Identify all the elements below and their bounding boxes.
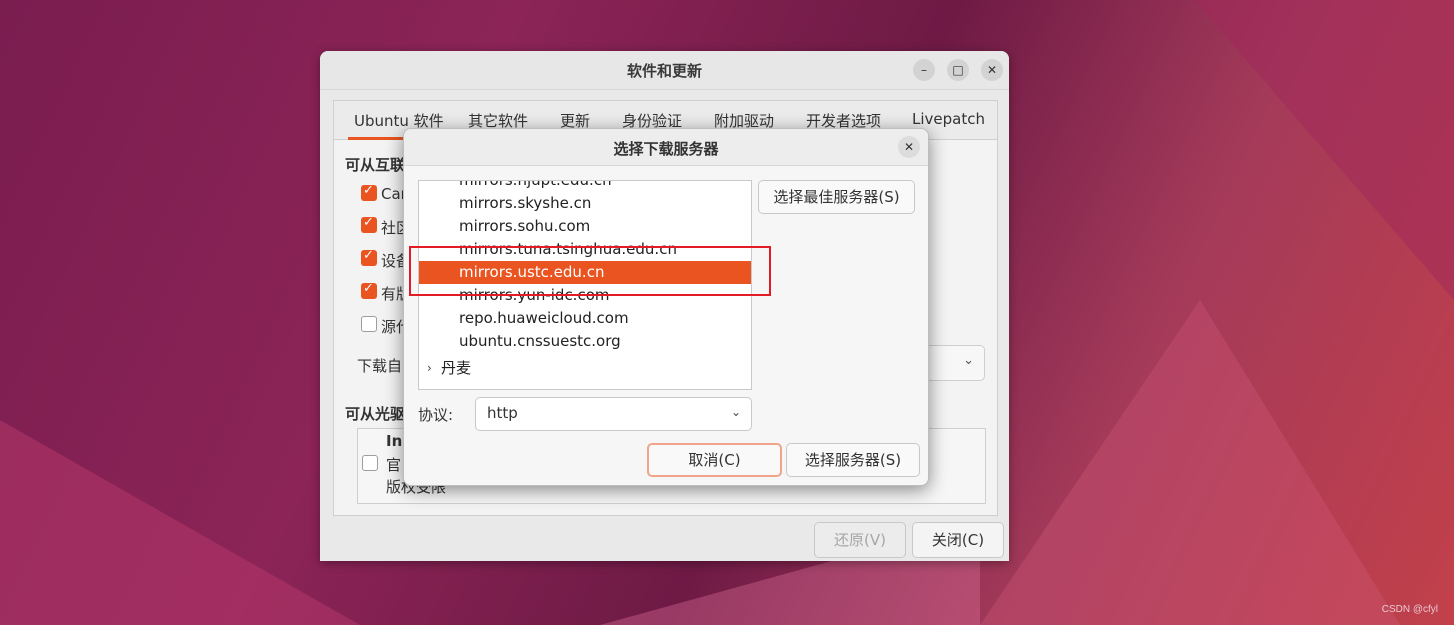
list-item[interactable]: mirrors.skyshe.cn [419,192,751,215]
choose-server-button[interactable]: 选择服务器(S) [786,443,920,477]
wallpaper-shape [0,420,360,625]
wallpaper-shape [1194,0,1454,300]
window-title: 软件和更新 [626,62,702,80]
dialog-titlebar[interactable]: 选择下载服务器 ✕ [404,129,928,166]
checkbox-community[interactable] [361,215,377,233]
internet-section-title: 可从互联 [345,156,406,174]
protocol-select[interactable]: http ⌄ [475,397,752,431]
chevron-right-icon: › [427,361,432,375]
checkbox-cdrom[interactable] [362,455,378,471]
wallpaper-shape [980,300,1400,625]
select-best-server-button[interactable]: 选择最佳服务器(S) [758,180,915,214]
close-button[interactable]: 关闭(C) [912,522,1004,558]
chevron-down-icon: ⌄ [963,353,974,368]
watermark: CSDN @cfyl [1381,604,1438,615]
list-item[interactable]: mirrors.njupt.edu.cn [419,181,751,192]
chevron-down-icon: ⌄ [730,405,741,419]
minimize-button[interactable]: – [913,59,935,81]
window-titlebar[interactable]: 软件和更新 – □ ✕ [320,51,1009,90]
checkbox-restricted[interactable] [361,281,377,299]
download-from-label: 下载自 [357,357,403,375]
list-item[interactable]: mirrors.sohu.com [419,215,751,238]
protocol-label: 协议: [418,406,454,424]
cdrom-section-title: 可从光驱 [345,405,406,423]
close-window-button[interactable]: ✕ [981,59,1003,81]
annotation-highlight-box [409,246,771,296]
checkbox-source-code[interactable] [361,316,377,332]
cdrom-item-text: 官 [386,456,402,474]
close-icon[interactable]: ✕ [898,136,920,158]
dialog-title: 选择下载服务器 [613,140,719,158]
revert-button[interactable]: 还原(V) [814,522,906,558]
cancel-button[interactable]: 取消(C) [647,443,782,477]
list-item[interactable]: repo.huaweicloud.com [419,307,751,330]
list-item[interactable]: ubuntu.cnssuestc.org [419,330,751,353]
maximize-button[interactable]: □ [947,59,969,81]
checkbox-drivers[interactable] [361,248,377,266]
checkbox-canonical[interactable] [361,183,377,201]
choose-server-dialog: 选择下载服务器 ✕ mirrors.njupt.edu.cn mirrors.s… [403,128,929,486]
tab-livepatch[interactable]: Livepatch [912,110,985,128]
country-group-denmark[interactable]: › 丹麦 [419,357,751,380]
download-server-combo[interactable]: ⌄ [928,345,985,381]
protocol-value: http [487,404,518,422]
